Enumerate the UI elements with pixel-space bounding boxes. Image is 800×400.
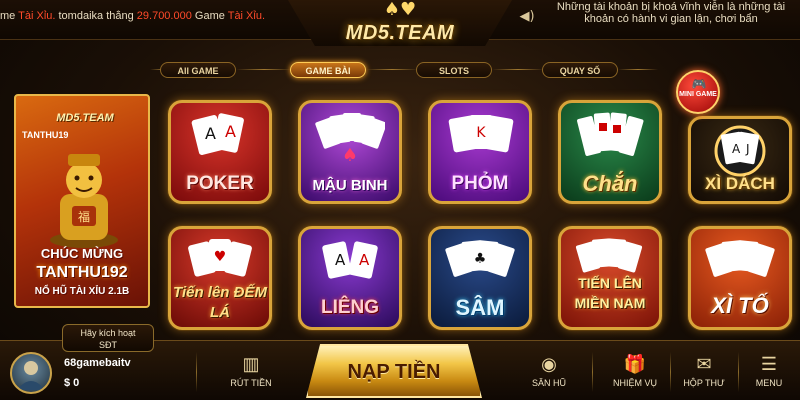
game-label-xi-dach: XÌ DÁCH xyxy=(705,174,775,193)
card-fan-icon: ♠ xyxy=(315,113,385,165)
logo-text: MD5.TEAM xyxy=(345,21,455,44)
jackpot-badge-icon: ◉ xyxy=(541,354,557,374)
mini-game-label: MINI GAME xyxy=(679,91,717,98)
withdraw-button[interactable]: ▥ RÚT TIỀN xyxy=(212,352,290,396)
game-label-phom: PHỎM xyxy=(451,173,509,194)
game-tile-phom[interactable]: K PHỎM xyxy=(428,100,532,204)
menu-button[interactable]: ☰ MENU xyxy=(744,352,794,396)
svg-text:A: A xyxy=(225,122,236,141)
banner-congrats: CHÚC MỪNG xyxy=(40,246,124,261)
game-label-tien-len-mien-nam: TIẾN LÊN MIỀN NAM xyxy=(574,275,646,311)
game-label-xi-to: XÌ TỐ xyxy=(711,293,769,318)
svg-text:♠: ♠ xyxy=(342,145,358,165)
game-tile-chan[interactable]: Chắn xyxy=(558,100,662,204)
game-tile-xi-dach[interactable]: A J XÌ DÁCH xyxy=(688,116,792,204)
game-label-tien-len-dem-la: Tiến lên ĐẾM LÁ xyxy=(173,284,267,321)
svg-text:J: J xyxy=(745,142,750,156)
missions-label: NHIỆM VỤ xyxy=(612,378,657,388)
golden-god-figure-icon: 福 xyxy=(50,154,118,248)
ticker-user: tomdaika xyxy=(55,10,104,22)
banner-logo: MD5.TEAM xyxy=(56,112,114,124)
speaker-icon[interactable]: ◀) xyxy=(518,9,536,25)
username: 68gamebaitv xyxy=(64,357,131,369)
ticker-prefix: me xyxy=(0,10,19,22)
svg-text:♣: ♣ xyxy=(474,251,487,267)
ticker-game-label: Game xyxy=(191,10,228,22)
banner-winner-name: TANTHU192 xyxy=(36,264,128,281)
bottom-divider xyxy=(738,352,739,392)
svg-text:福: 福 xyxy=(78,209,90,224)
user-avatar-icon xyxy=(17,361,45,390)
svg-text:K: K xyxy=(476,125,486,141)
bottom-divider xyxy=(670,352,671,392)
svg-text:A: A xyxy=(205,124,216,143)
mailbox-label: HỘP THƯ xyxy=(683,378,725,388)
mini-game-button[interactable]: 🎮 MINI GAME xyxy=(676,70,720,114)
banner-jackpot-text: NỔ HŨ TÀI XỈU 2.1B xyxy=(34,286,130,297)
tab-game-bai[interactable]: GAME BÀI xyxy=(290,62,366,78)
chan-cards-icon xyxy=(577,112,644,156)
avatar[interactable] xyxy=(10,352,52,394)
mailbox-button[interactable]: ✉ HỘP THƯ xyxy=(674,352,734,396)
deposit-button[interactable]: NẠP TIỀN xyxy=(306,344,482,398)
deposit-label: NẠP TIỀN xyxy=(347,361,441,383)
jackpot-hunt-label: SĂN HŨ xyxy=(531,378,566,388)
tab-divider xyxy=(492,69,544,70)
notice-text: Những tài khoản bị khoá vĩnh viễn là nhữ… xyxy=(556,1,786,25)
game-tile-lieng[interactable]: A A LIÊNG xyxy=(298,226,402,330)
banner-username-top: TANTHU19 xyxy=(22,130,69,140)
game-tile-tien-len-mien-nam[interactable]: TIẾN LÊN MIỀN NAM xyxy=(558,226,662,330)
site-logo: ♠♥ MD5.TEAM xyxy=(330,0,470,60)
ticker-amount: 29.700.000 xyxy=(136,10,192,22)
bottom-divider xyxy=(592,352,593,392)
ticker-game: Tài Xỉu. xyxy=(18,10,56,22)
tab-all-game[interactable]: All GAME xyxy=(160,62,236,78)
tab-divider xyxy=(366,69,418,70)
ticker-won: thắng xyxy=(103,10,137,22)
playing-cards-icon: A A xyxy=(322,241,378,279)
balance: $ 0 xyxy=(64,377,80,389)
game-label-poker: POKER xyxy=(186,173,254,194)
playing-cards-icon: ♣ xyxy=(445,240,515,277)
gamepad-icon: 🎮 xyxy=(691,77,707,91)
activate-line-1: Hãy kích hoạt xyxy=(80,328,136,338)
tab-slots[interactable]: SLOTS xyxy=(416,62,492,78)
activate-phone-button[interactable]: Hãy kích hoạt SĐT xyxy=(62,324,154,352)
svg-text:♥: ♥ xyxy=(214,249,227,265)
activate-line-2: SĐT xyxy=(99,340,117,350)
game-label-lieng: LIÊNG xyxy=(320,297,380,318)
tab-divider xyxy=(236,69,292,70)
withdraw-icon: ▥ xyxy=(242,354,260,374)
mail-icon: ✉ xyxy=(696,354,712,374)
game-label-sam: SÂM xyxy=(455,295,505,320)
tab-divider xyxy=(618,69,658,70)
playing-cards-icon: K xyxy=(448,115,514,153)
tab-quay-so[interactable]: QUAY SỐ xyxy=(542,62,618,78)
menu-label: MENU xyxy=(755,378,783,388)
winner-ticker: me Tài Xỉu. tomdaika thắng 29.700.000 Ga… xyxy=(0,10,290,28)
logo-cards-icon: ♠♥ xyxy=(383,0,417,20)
playing-cards-icon: A A xyxy=(191,113,244,155)
bottom-divider xyxy=(196,352,197,392)
svg-text:A: A xyxy=(335,251,346,269)
playing-cards-icon xyxy=(705,240,775,277)
jackpot-banner[interactable]: MD5.TEAM TANTHU19 福 CHÚC MỪNG TANTHU192 … xyxy=(14,94,150,308)
game-tile-tien-len-dem-la[interactable]: ♥ Tiến lên ĐẾM LÁ xyxy=(168,226,272,330)
gift-icon: 🎁 xyxy=(623,354,647,374)
missions-button[interactable]: 🎁 NHIỆM VỤ xyxy=(602,352,668,396)
game-tile-poker[interactable]: A A POKER xyxy=(168,100,272,204)
game-tile-mau-binh[interactable]: ♠ MẬU BINH xyxy=(298,100,402,204)
game-label-mau-binh: MẬU BINH xyxy=(312,177,388,194)
withdraw-label: RÚT TIỀN xyxy=(230,378,272,388)
jackpot-hunt-button[interactable]: ◉ SĂN HŨ xyxy=(516,352,582,396)
ticker-game-2: Tài Xỉu. xyxy=(227,10,266,22)
svg-text:A: A xyxy=(732,142,741,156)
game-tile-sam[interactable]: ♣ SÂM xyxy=(428,226,532,330)
game-label-chan: Chắn xyxy=(582,171,638,196)
game-tile-xi-to[interactable]: XÌ TỐ xyxy=(688,226,792,330)
hamburger-menu-icon: ☰ xyxy=(760,354,778,374)
svg-text:A: A xyxy=(359,251,370,269)
